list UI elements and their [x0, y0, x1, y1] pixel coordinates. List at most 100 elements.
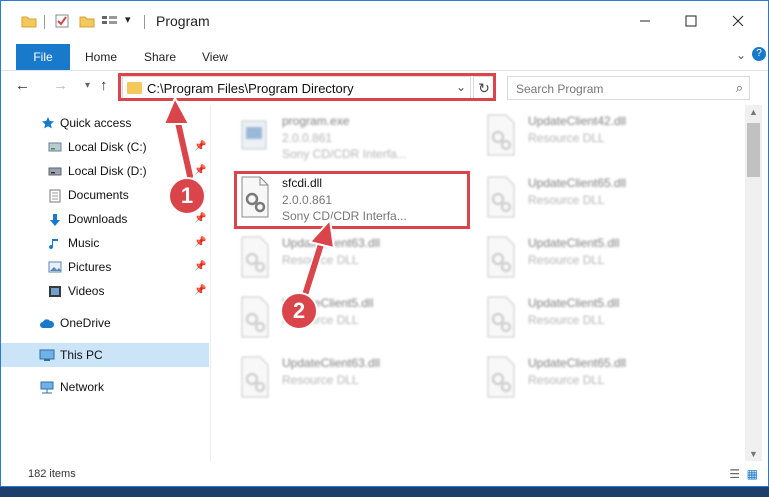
drive-icon [48, 141, 62, 153]
list-item[interactable]: UpdateClient63.dll Resource DLL [238, 353, 478, 409]
list-item[interactable]: UpdateClient5.dll Resource DLL [484, 293, 724, 349]
sidebar-item-label: OneDrive [60, 316, 111, 330]
list-item[interactable]: UpdateClient65.dll Resource DLL [484, 353, 724, 409]
sidebar-item-local-disk-c[interactable]: Local Disk (C:) 📌 [1, 135, 209, 159]
toolbar-separator [144, 15, 145, 29]
music-icon [48, 237, 62, 250]
customize-toolbar-chevron-icon[interactable]: ▾ [125, 13, 131, 26]
sidebar-item-label: Music [68, 236, 100, 250]
list-item[interactable]: UpdateClient42.dll Resource DLL [484, 111, 724, 167]
file-description: Resource DLL [282, 373, 359, 387]
sidebar-item-label: Downloads [68, 212, 128, 226]
dll-file-icon [238, 235, 272, 279]
file-version: 2.0.0.861 [282, 131, 333, 145]
list-item[interactable]: program.exe 2.0.0.861 Sony CD/CDR Interf… [238, 111, 478, 167]
vertical-scrollbar[interactable]: ▲ ▼ [745, 105, 762, 461]
file-name: UpdateClient5.dll [528, 236, 620, 250]
tab-view[interactable]: View [202, 44, 228, 70]
file-description: Resource DLL [528, 373, 605, 387]
minimize-button[interactable] [622, 1, 668, 41]
dll-file-icon [484, 295, 518, 339]
address-highlight-box [118, 73, 496, 101]
list-item[interactable]: UpdateClient65.dll Resource DLL [484, 173, 724, 229]
network-icon [39, 381, 54, 394]
step-1-badge: 1 [168, 177, 206, 215]
pin-icon[interactable]: 📌 [194, 213, 206, 224]
details-view-icon[interactable]: ☰ [729, 467, 740, 481]
scroll-up-icon[interactable]: ▲ [749, 107, 758, 117]
sidebar-item-music[interactable]: Music 📌 [1, 231, 209, 255]
file-description: Resource DLL [528, 313, 605, 327]
file-description: Sony CD/CDR Interfa... [282, 147, 407, 161]
list-item[interactable]: UpdateClient63.dll Resource DLL [238, 233, 478, 289]
tiles-view-icon[interactable]: ▦ [747, 467, 758, 481]
file-name: UpdateClient5.dll [528, 296, 620, 310]
dll-file-icon [238, 355, 272, 399]
forward-arrow-icon[interactable]: → [53, 77, 68, 94]
pin-icon[interactable]: 📌 [194, 261, 206, 272]
new-folder-icon[interactable] [79, 14, 95, 31]
dll-file-icon [238, 295, 272, 339]
maximize-button[interactable] [668, 1, 714, 41]
file-name: UpdateClient65.dll [528, 176, 627, 190]
documents-icon [48, 189, 62, 203]
pin-icon[interactable]: 📌 [194, 285, 206, 296]
properties-icon[interactable] [54, 14, 70, 31]
back-arrow-icon[interactable]: ← [15, 77, 30, 94]
pin-icon[interactable]: 📌 [194, 141, 206, 152]
tab-file[interactable]: File [16, 44, 70, 70]
view-options-icon[interactable] [101, 14, 119, 31]
scrollbar-thumb[interactable] [747, 123, 760, 177]
folder-icon [21, 14, 37, 31]
sidebar-item-label: Pictures [68, 260, 112, 274]
sidebar-item-label: Videos [68, 284, 105, 298]
pin-icon[interactable]: 📌 [194, 165, 206, 176]
scroll-down-icon[interactable]: ▼ [749, 449, 758, 459]
pc-icon [39, 349, 55, 361]
navigation-pane: Quick access Local Disk (C:) 📌 Local Dis… [1, 109, 209, 459]
sidebar-item-label: Network [60, 380, 105, 394]
window-title: Program [156, 13, 210, 29]
expand-ribbon-chevron-icon[interactable]: ⌄ [736, 48, 746, 62]
sidebar-item-videos[interactable]: Videos 📌 [1, 279, 209, 303]
sidebar-item-label: This PC [60, 348, 103, 362]
file-name: UpdateClient42.dll [528, 114, 627, 128]
toolbar-separator [44, 15, 45, 29]
sidebar-item-quick-access[interactable]: Quick access [1, 111, 209, 135]
sidebar-item-pictures[interactable]: Pictures 📌 [1, 255, 209, 279]
pictures-icon [48, 261, 62, 273]
star-icon [41, 116, 55, 129]
dll-file-icon [484, 175, 518, 219]
file-description: Resource DLL [282, 253, 359, 267]
file-description: Resource DLL [528, 253, 605, 267]
file-name: UpdateClient63.dll [282, 236, 381, 250]
dll-file-icon [484, 113, 518, 157]
recent-locations-chevron-icon[interactable]: ▾ [85, 80, 90, 91]
tab-share[interactable]: Share [144, 44, 176, 70]
step-2-badge: 2 [280, 292, 318, 330]
help-icon[interactable]: ? [752, 47, 766, 61]
title-bar: ▾ Program [1, 1, 768, 41]
file-description: Resource DLL [528, 131, 605, 145]
cloud-icon [39, 318, 55, 330]
search-placeholder: Search Program [516, 82, 604, 96]
sidebar-item-network[interactable]: Network [1, 375, 209, 399]
up-arrow-icon[interactable]: ↑ [100, 77, 108, 94]
sidebar-item-label: Quick access [60, 116, 132, 130]
sidebar-item-label: Local Disk (D:) [68, 164, 147, 178]
list-item[interactable]: UpdateClient5.dll Resource DLL [238, 293, 478, 349]
program-exe-icon [238, 113, 272, 157]
sidebar-item-label: Local Disk (C:) [68, 140, 147, 154]
tab-home[interactable]: Home [85, 44, 117, 70]
sidebar-item-this-pc[interactable]: This PC [1, 343, 209, 367]
ribbon-tabs: File Home Share View ⌄ ? [1, 41, 768, 71]
file-explorer-window: ▾ Program File Home Share View ⌄ ? ← → ▾… [0, 0, 769, 487]
close-button[interactable] [715, 1, 761, 41]
search-input[interactable]: Search Program ⌕ [507, 76, 750, 100]
drive-icon [48, 165, 62, 177]
pin-icon[interactable]: 📌 [194, 237, 206, 248]
file-highlight-box [234, 171, 470, 229]
list-item[interactable]: UpdateClient5.dll Resource DLL [484, 233, 724, 289]
download-icon [48, 213, 62, 226]
sidebar-item-onedrive[interactable]: OneDrive [1, 311, 209, 335]
